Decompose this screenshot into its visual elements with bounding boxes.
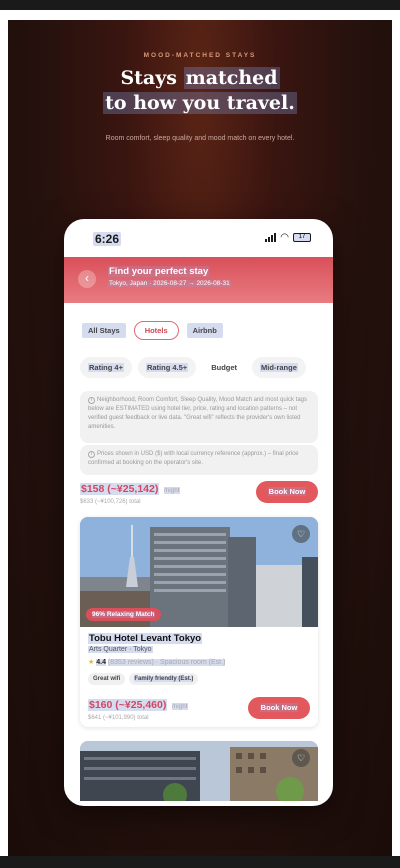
headline-part: Stays <box>120 67 184 89</box>
filter-airbnb[interactable]: Airbnb <box>186 323 223 338</box>
reviews-count: (8353 reviews) · Spacious room (Est.) <box>107 659 226 666</box>
book-now-button[interactable]: Book Now <box>256 481 318 503</box>
tag-family-friendly: Family friendly (Est.) <box>129 673 199 685</box>
back-arrow-icon: ‹ <box>85 271 89 285</box>
heart-icon: ♡ <box>296 529 306 539</box>
back-button[interactable]: ‹ <box>78 270 96 288</box>
headline-highlight: matched <box>183 67 280 89</box>
signal-icon <box>265 233 277 242</box>
poster-headline: Stays matched to how you travel. <box>8 66 392 116</box>
rating-value: 4.4 <box>96 659 106 666</box>
filter-rating-45[interactable]: Rating 4.5+ <box>137 357 197 378</box>
headline-line-2: to how you travel. <box>103 92 297 114</box>
next-hotel-card[interactable]: ♡ <box>80 741 318 801</box>
mood-badge-text: 96% Relaxing Match <box>92 611 155 618</box>
status-icons: ◠ 17 <box>265 232 311 243</box>
currency-notice: i Prices shown in USD ($) with local curr… <box>80 445 318 475</box>
nightly-price: $158 (~¥25,142) <box>80 483 160 495</box>
filter-mid-range[interactable]: Mid-range <box>252 357 306 378</box>
hotel-card[interactable]: ♡ 96% Relaxing Match Tobu Hotel Levant T… <box>80 517 318 727</box>
status-time: 6:26 <box>93 232 122 246</box>
filter-all-stays[interactable]: All Stays <box>82 323 126 338</box>
hotel-price-block: $160 (~¥25,460) /night $641 (~¥101,990) … <box>88 695 188 721</box>
tag-family-friendly-label: Family friendly (Est.) <box>134 676 194 682</box>
window-top-bar <box>0 0 400 10</box>
filter-hotels[interactable]: Hotels <box>133 321 179 340</box>
tag-great-wifi: Great wifi <box>88 673 126 685</box>
hotel-name: Tobu Hotel Levant Tokyo <box>88 633 203 644</box>
hotel-tags: Great wifi Family friendly (Est.) <box>88 673 199 685</box>
status-bar: 6:26 ◠ 17 <box>64 219 333 257</box>
filter-mid-range-label: Mid-range <box>260 363 298 372</box>
promo-poster: MOOD-MATCHED STAYS Stays matched to how … <box>8 20 392 856</box>
filter-budget[interactable]: Budget <box>202 357 247 378</box>
rating-filter-bar: Rating 4+ Rating 4.5+ Budget Mid-range <box>80 357 306 378</box>
estimate-notice: i Neighborhood, Room Comfort, Sleep Quali… <box>80 391 318 443</box>
category-filter-bar: All Stays Hotels Airbnb <box>82 321 223 340</box>
hotel-per-night: /night <box>171 703 188 710</box>
first-result-price-row: $158 (~¥25,142) /night $633 (~¥100,726) … <box>80 479 318 509</box>
search-summary: Tokyo, Japan · 2026-08-27 → 2026-08-31 <box>108 280 231 287</box>
phone-mockup: 6:26 ◠ 17 ‹ Find your perfect stay Tokyo… <box>64 219 333 806</box>
book-now-label: Book Now <box>267 487 307 496</box>
per-night-label: /night <box>163 487 180 494</box>
hotel-total-price: $641 (~¥101,990) total <box>88 715 149 721</box>
filter-rating-45-label: Rating 4.5+ <box>145 363 189 372</box>
hotel-photo: ♡ 96% Relaxing Match <box>80 517 318 627</box>
app-header: ‹ Find your perfect stay Tokyo, Japan · … <box>64 257 333 303</box>
favorite-button[interactable]: ♡ <box>292 525 310 543</box>
window-bottom-bar <box>0 856 400 868</box>
hotel-book-now-button[interactable]: Book Now <box>248 697 310 719</box>
page-title: Find your perfect stay <box>108 266 210 277</box>
poster-kicker: MOOD-MATCHED STAYS <box>143 52 257 59</box>
star-icon: ★ <box>88 659 95 666</box>
mood-match-badge: 96% Relaxing Match <box>86 608 161 621</box>
info-icon: i <box>88 451 95 458</box>
estimate-notice-text: Neighborhood, Room Comfort, Sleep Qualit… <box>88 397 307 430</box>
currency-notice-text: Prices shown in USD ($) with local curre… <box>88 451 299 466</box>
info-icon: i <box>88 397 95 404</box>
filter-rating-4-label: Rating 4+ <box>88 363 124 372</box>
hotel-area: Arts Quarter · Tokyo <box>88 646 153 653</box>
heart-icon: ♡ <box>296 753 306 763</box>
hotel-nightly-price: $160 (~¥25,460) <box>88 699 168 711</box>
battery-icon: 17 <box>293 233 311 242</box>
next-favorite-button[interactable]: ♡ <box>292 749 310 767</box>
wifi-icon: ◠ <box>280 232 289 243</box>
poster-subhead: Room comfort, sleep quality and mood mat… <box>105 135 295 142</box>
next-hotel-photo <box>80 741 318 801</box>
filter-rating-4[interactable]: Rating 4+ <box>80 357 132 378</box>
rating-row: ★ 4.4 (8353 reviews) · Spacious room (Es… <box>88 658 226 666</box>
filter-budget-label: Budget <box>211 363 238 372</box>
hotel-book-now-label: Book Now <box>259 703 299 712</box>
